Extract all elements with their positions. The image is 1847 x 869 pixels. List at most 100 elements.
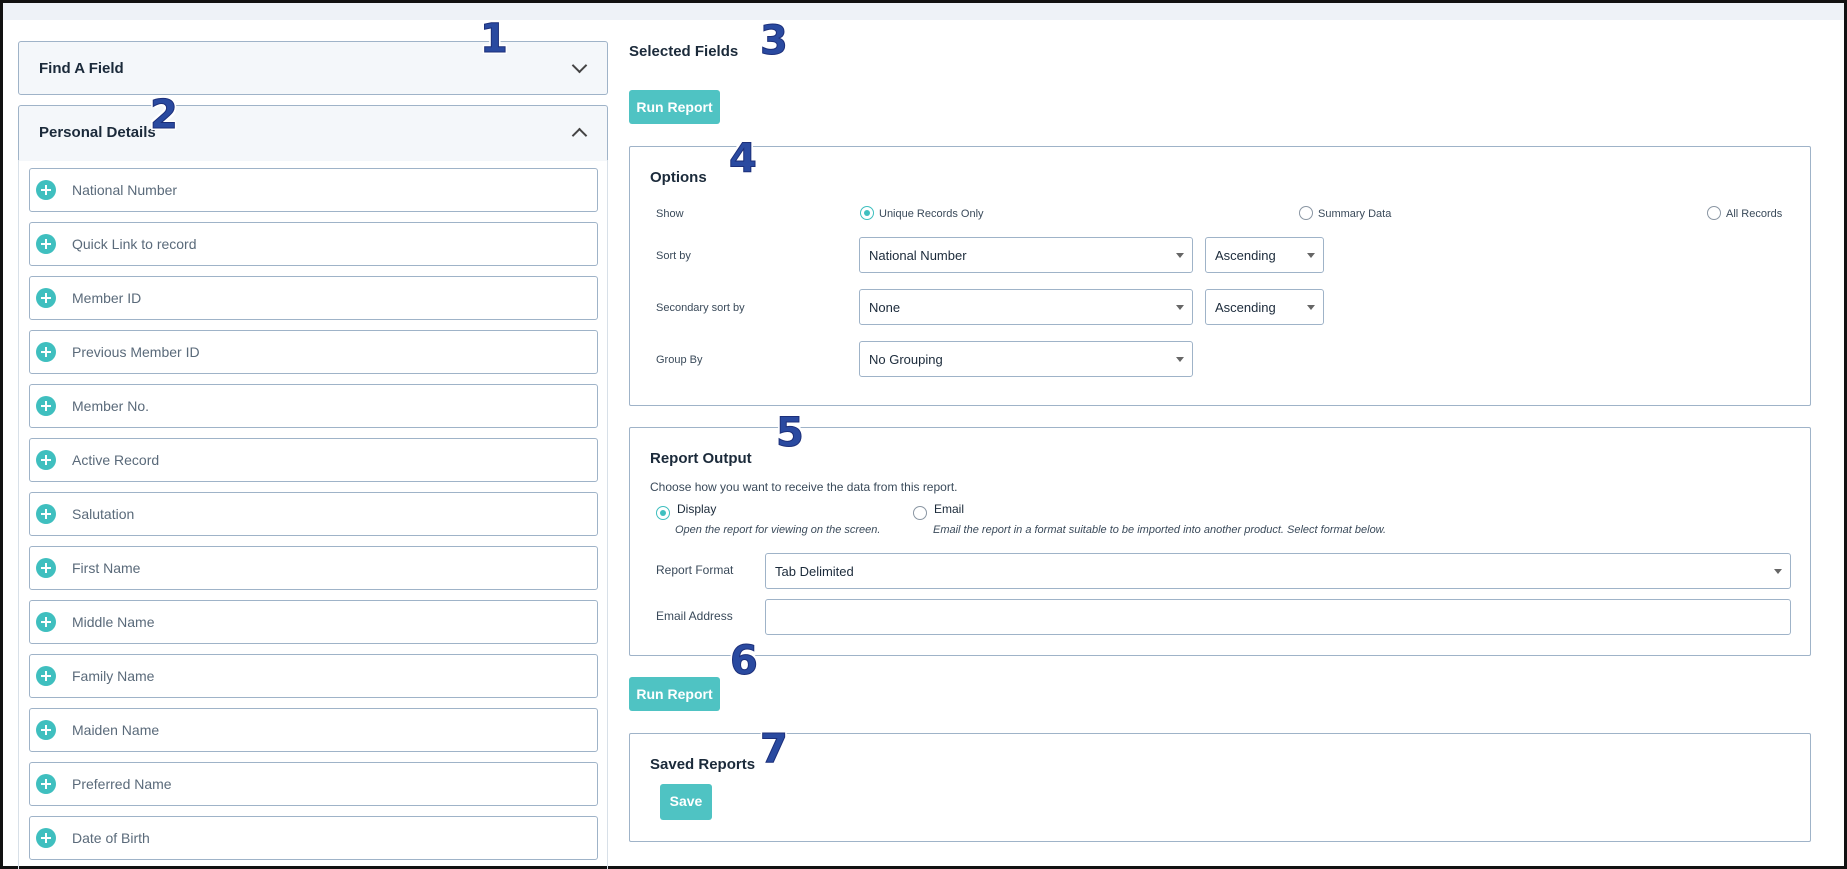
field-item-label: Middle Name xyxy=(72,614,155,630)
secondary-sort-label: Secondary sort by xyxy=(656,302,745,314)
display-description: Open the report for viewing on the scree… xyxy=(675,524,881,536)
field-item-label: National Number xyxy=(72,182,178,198)
sort-by-label: Sort by xyxy=(656,250,691,262)
field-item[interactable]: Maiden Name xyxy=(29,708,598,752)
plus-circle-icon[interactable] xyxy=(36,666,56,686)
field-item-label: Salutation xyxy=(72,506,135,522)
personal-details-title: Personal Details xyxy=(39,124,156,141)
annotation-6: 6 xyxy=(730,638,759,685)
options-title: Options xyxy=(650,169,707,186)
sort-by-select[interactable]: National Number xyxy=(859,237,1193,273)
report-output-intro: Choose how you want to receive the data … xyxy=(650,480,958,494)
sort-order-value: Ascending xyxy=(1215,248,1276,263)
annotation-1: 1 xyxy=(480,16,509,63)
run-report-button-top[interactable]: Run Report xyxy=(629,90,720,124)
field-item-label: Member ID xyxy=(72,290,142,306)
secondary-sort-value: None xyxy=(869,300,901,315)
plus-circle-icon[interactable] xyxy=(36,288,56,308)
field-item[interactable]: Middle Name xyxy=(29,600,598,644)
email-address-label: Email Address xyxy=(656,609,733,623)
sort-order-select[interactable]: Ascending xyxy=(1205,237,1324,273)
annotation-3: 3 xyxy=(760,18,789,65)
display-label: Display xyxy=(677,502,717,516)
email-address-input[interactable] xyxy=(765,599,1791,635)
saved-reports-title: Saved Reports xyxy=(650,756,756,773)
field-item[interactable]: Active Record xyxy=(29,438,598,482)
personal-details-accordion[interactable]: Personal Details xyxy=(18,105,608,161)
dropdown-caret-icon xyxy=(1774,569,1782,574)
field-item[interactable]: First Name xyxy=(29,546,598,590)
field-item[interactable]: Member ID xyxy=(29,276,598,320)
report-format-label: Report Format xyxy=(656,563,734,577)
field-item-label: Maiden Name xyxy=(72,722,160,738)
email-description: Email the report in a format suitable to… xyxy=(933,524,1387,536)
options-panel xyxy=(629,146,1811,406)
field-item[interactable]: Date of Birth xyxy=(29,816,598,860)
field-item[interactable]: Preferred Name xyxy=(29,762,598,806)
show-all-label: All Records xyxy=(1726,208,1783,220)
field-item-label: Quick Link to record xyxy=(72,236,197,252)
top-strip xyxy=(3,3,1844,20)
email-radio[interactable] xyxy=(913,506,927,520)
field-item-label: Previous Member ID xyxy=(72,344,200,360)
plus-circle-icon[interactable] xyxy=(36,504,56,524)
plus-circle-icon[interactable] xyxy=(36,450,56,470)
dropdown-caret-icon xyxy=(1176,253,1184,258)
plus-circle-icon[interactable] xyxy=(36,774,56,794)
plus-circle-icon[interactable] xyxy=(36,342,56,362)
field-item[interactable]: Salutation xyxy=(29,492,598,536)
save-button[interactable]: Save xyxy=(660,784,712,820)
field-item-label: Date of Birth xyxy=(72,830,150,846)
plus-circle-icon[interactable] xyxy=(36,558,56,578)
field-item-label: Member No. xyxy=(72,398,150,414)
find-field-accordion[interactable]: Find A Field xyxy=(18,41,608,95)
field-item[interactable]: Member No. xyxy=(29,384,598,428)
show-summary-radio[interactable] xyxy=(1299,206,1313,220)
show-unique-label: Unique Records Only xyxy=(879,208,984,220)
plus-circle-icon[interactable] xyxy=(36,828,56,848)
annotation-5: 5 xyxy=(776,410,805,457)
plus-circle-icon[interactable] xyxy=(36,612,56,632)
group-by-value: No Grouping xyxy=(869,352,943,367)
field-item-label: Active Record xyxy=(72,452,160,468)
show-all-radio[interactable] xyxy=(1707,206,1721,220)
annotation-7: 7 xyxy=(760,726,789,773)
field-item[interactable]: National Number xyxy=(29,168,598,212)
annotation-2: 2 xyxy=(150,92,179,139)
secondary-order-select[interactable]: Ascending xyxy=(1205,289,1324,325)
field-item-label: First Name xyxy=(72,560,141,576)
dropdown-caret-icon xyxy=(1307,305,1315,310)
field-item[interactable]: Previous Member ID xyxy=(29,330,598,374)
secondary-sort-select[interactable]: None xyxy=(859,289,1193,325)
sort-by-value: National Number xyxy=(869,248,967,263)
dropdown-caret-icon xyxy=(1307,253,1315,258)
show-label: Show xyxy=(656,208,684,220)
group-by-select[interactable]: No Grouping xyxy=(859,341,1193,377)
secondary-order-value: Ascending xyxy=(1215,300,1276,315)
field-item-label: Family Name xyxy=(72,668,155,684)
annotation-4: 4 xyxy=(729,136,758,183)
report-format-value: Tab Delimited xyxy=(775,564,854,579)
show-unique-radio[interactable] xyxy=(860,206,874,220)
find-field-title: Find A Field xyxy=(39,60,124,77)
chevron-down-icon[interactable] xyxy=(571,57,588,74)
field-item[interactable]: Family Name xyxy=(29,654,598,698)
chevron-up-icon[interactable] xyxy=(571,127,588,144)
dropdown-caret-icon xyxy=(1176,357,1184,362)
plus-circle-icon[interactable] xyxy=(36,234,56,254)
saved-reports-panel xyxy=(629,733,1811,842)
group-by-label: Group By xyxy=(656,354,703,366)
display-radio[interactable] xyxy=(656,506,670,520)
field-item[interactable]: Quick Link to record xyxy=(29,222,598,266)
field-item-label: Preferred Name xyxy=(72,776,172,792)
plus-circle-icon[interactable] xyxy=(36,180,56,200)
report-format-select[interactable]: Tab Delimited xyxy=(765,553,1791,589)
plus-circle-icon[interactable] xyxy=(36,396,56,416)
report-output-title: Report Output xyxy=(650,450,752,467)
plus-circle-icon[interactable] xyxy=(36,720,56,740)
email-label: Email xyxy=(934,502,965,516)
show-summary-label: Summary Data xyxy=(1318,208,1392,220)
run-report-button-bottom[interactable]: Run Report xyxy=(629,677,720,711)
selected-fields-title: Selected Fields xyxy=(629,43,739,60)
dropdown-caret-icon xyxy=(1176,305,1184,310)
